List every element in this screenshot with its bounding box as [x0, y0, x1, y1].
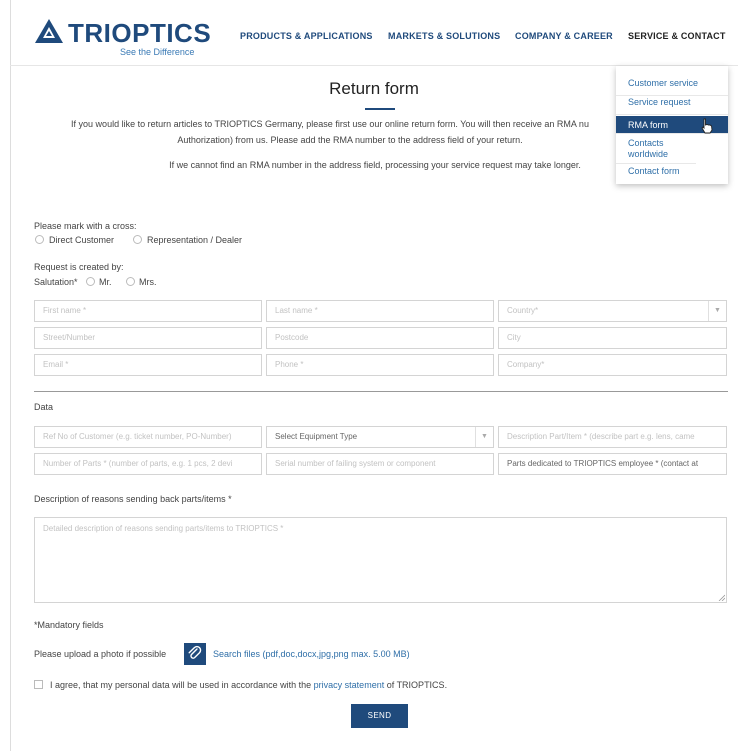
first-name-input[interactable]: First name *: [34, 300, 262, 322]
resize-handle-icon[interactable]: [718, 594, 725, 601]
nav-company[interactable]: COMPANY & CAREER: [515, 31, 613, 41]
company-input[interactable]: Company*: [498, 354, 727, 376]
consent-checkbox[interactable]: [34, 680, 43, 689]
number-of-parts-input[interactable]: Number of Parts * (number of parts, e.g.…: [34, 453, 262, 475]
consent-prefix: I agree, that my personal data will be u…: [50, 680, 312, 690]
reasons-textarea[interactable]: Detailed description of reasons sending …: [34, 517, 727, 603]
search-files-link[interactable]: Search files (pdf,doc,docx,jpg,png max. …: [213, 649, 410, 659]
parts-dedicated-input[interactable]: Parts dedicated to TRIOPTICS employee * …: [498, 453, 727, 475]
description-part-input[interactable]: Description Part/Item * (describe part e…: [498, 426, 727, 448]
direct-customer-radio[interactable]: [35, 235, 44, 244]
email-input[interactable]: Email *: [34, 354, 262, 376]
paperclip-icon: [188, 645, 202, 659]
intro-text-1: If you would like to return articles to …: [71, 119, 589, 129]
direct-customer-label: Direct Customer: [49, 235, 115, 245]
upload-button[interactable]: [184, 643, 206, 665]
mandatory-note: *Mandatory fields: [34, 620, 104, 630]
nav-markets[interactable]: MARKETS & SOLUTIONS: [388, 31, 500, 41]
representation-dealer-radio[interactable]: [133, 235, 142, 244]
country-select[interactable]: Country* ▼: [498, 300, 727, 322]
postcode-input[interactable]: Postcode: [266, 327, 494, 349]
equipment-type-value: Select Equipment Type: [275, 432, 358, 441]
mark-label: Please mark with a cross:: [34, 221, 137, 231]
upload-label: Please upload a photo if possible: [34, 649, 167, 659]
reasons-label: Description of reasons sending back part…: [34, 494, 232, 504]
chevron-down-icon: ▼: [708, 301, 726, 321]
intro-text-3: If we cannot find an RMA number in the a…: [169, 160, 581, 170]
consent-suffix: of TRIOPTICS.: [386, 680, 448, 690]
salutation-label: Salutation*: [34, 277, 78, 287]
salutation-mrs-label: Mrs.: [139, 277, 157, 287]
dropdown-item-contact-form[interactable]: Contact form: [616, 166, 728, 182]
country-select-value: Country*: [507, 306, 539, 315]
dropdown-item-contacts-worldwide[interactable]: Contacts worldwide: [616, 136, 696, 164]
nav-products[interactable]: PRODUCTS & APPLICATIONS: [240, 31, 373, 41]
site-header: TRIOPTICS See the Difference PRODUCTS & …: [10, 0, 738, 66]
salutation-mr-label: Mr.: [99, 277, 112, 287]
intro-text-2: Authorization) from us. Please add the R…: [177, 135, 523, 145]
salutation-mr-radio[interactable]: [86, 277, 95, 286]
dropdown-item-customer-service[interactable]: Customer service: [616, 78, 728, 96]
representation-dealer-label: Representation / Dealer: [147, 235, 243, 245]
ref-no-input[interactable]: Ref No of Customer (e.g. ticket number, …: [34, 426, 262, 448]
section-divider: [34, 391, 728, 392]
created-by-label: Request is created by:: [34, 262, 124, 272]
logo-tagline: See the Difference: [120, 47, 195, 57]
dropdown-item-service-request[interactable]: Service request: [616, 97, 728, 115]
street-input[interactable]: Street/Number: [34, 327, 262, 349]
serial-number-input[interactable]: Serial number of failing system or compo…: [266, 453, 494, 475]
data-label: Data: [34, 402, 54, 412]
hand-cursor-icon: [701, 118, 713, 134]
chevron-down-icon: ▼: [475, 427, 493, 447]
nav-service-contact[interactable]: SERVICE & CONTACT: [628, 31, 726, 41]
send-button[interactable]: SEND: [351, 704, 408, 728]
phone-input[interactable]: Phone *: [266, 354, 494, 376]
logo-triangle-icon: [35, 19, 63, 43]
privacy-statement-link[interactable]: privacy statement: [314, 680, 385, 690]
title-underline: [365, 108, 395, 110]
reasons-placeholder: Detailed description of reasons sending …: [43, 524, 284, 533]
last-name-input[interactable]: Last name *: [266, 300, 494, 322]
city-input[interactable]: City: [498, 327, 727, 349]
consent-text: I agree, that my personal data will be u…: [50, 680, 447, 690]
salutation-mrs-radio[interactable]: [126, 277, 135, 286]
logo-text: TRIOPTICS: [68, 18, 212, 48]
equipment-type-select[interactable]: Select Equipment Type ▼: [266, 426, 494, 448]
